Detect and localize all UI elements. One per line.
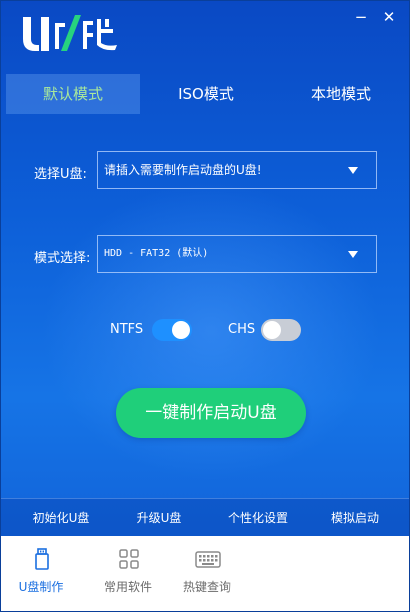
usb-icon: [35, 548, 49, 570]
dropdown-arrow-icon: [348, 167, 358, 174]
tab-default-mode[interactable]: 默认模式: [6, 74, 140, 114]
create-boot-usb-button[interactable]: 一键制作启动U盘: [116, 388, 306, 438]
function-bar: 初始化U盘 升级U盘 个性化设置 模拟启动: [1, 498, 409, 536]
usb-select-label: 选择U盘:: [34, 167, 87, 182]
mode-select-value: HDD - FAT32 (默认): [104, 248, 209, 259]
keyboard-icon: [195, 551, 221, 568]
usb-select[interactable]: 请插入需要制作启动盘的U盘!: [97, 151, 377, 189]
usb-select-value: 请插入需要制作启动盘的U盘!: [104, 163, 262, 177]
ntfs-toggle[interactable]: [152, 319, 192, 341]
minimize-button[interactable]: −: [353, 9, 369, 25]
init-usb-button[interactable]: 初始化U盘: [19, 499, 103, 537]
app-window: − ✕ 默认模式 ISO模式 本地模式 选择U盘: 请插入需要制作启动盘的U盘!…: [0, 0, 410, 612]
nav-usb-create[interactable]: U盘制作: [5, 536, 77, 611]
ntfs-label: NTFS: [110, 322, 144, 337]
nav-common-software-label: 常用软件: [103, 580, 152, 594]
footer-nav: U盘制作 常用软件 热键查询: [1, 536, 409, 611]
upgrade-usb-button[interactable]: 升级U盘: [121, 499, 197, 537]
close-button[interactable]: ✕: [381, 9, 397, 25]
title-bar: − ✕: [1, 1, 409, 65]
toggle-knob: [172, 321, 190, 339]
toggle-knob: [263, 321, 281, 339]
mode-select-label: 模式选择:: [34, 251, 91, 266]
apps-grid-icon: [119, 549, 139, 569]
simulate-boot-button[interactable]: 模拟启动: [317, 499, 393, 537]
tab-iso-mode[interactable]: ISO模式: [146, 74, 266, 114]
mode-tabs: 默认模式 ISO模式 本地模式: [6, 74, 406, 114]
mode-select[interactable]: HDD - FAT32 (默认): [97, 235, 377, 273]
dropdown-arrow-icon: [348, 251, 358, 258]
footer-fade-overlay: [229, 536, 409, 611]
tab-local-mode[interactable]: 本地模式: [276, 74, 406, 114]
personalize-settings-button[interactable]: 个性化设置: [215, 499, 301, 537]
chs-toggle[interactable]: [261, 319, 301, 341]
chs-label: CHS: [228, 322, 256, 337]
app-logo: [23, 15, 117, 51]
nav-usb-create-label: U盘制作: [18, 580, 64, 594]
nav-common-software[interactable]: 常用软件: [92, 536, 164, 611]
